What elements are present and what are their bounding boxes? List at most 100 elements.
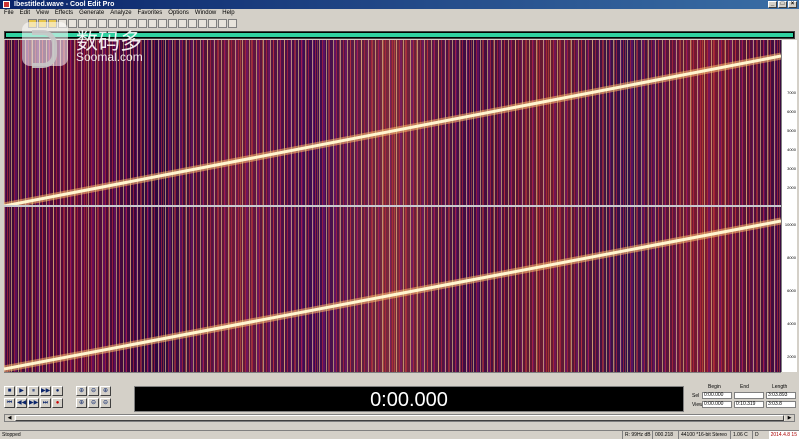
menu-generate[interactable]: Generate: [79, 9, 104, 17]
sweep-trace-right: [4, 217, 781, 372]
sweep-trace-left: [4, 52, 781, 205]
play-to-end-button[interactable]: ▶▶: [40, 386, 51, 396]
toolbar-multitrack-icon[interactable]: [58, 19, 67, 28]
pause-button[interactable]: ⏸: [28, 386, 39, 396]
sel-begin-field[interactable]: 0:00.000: [702, 392, 732, 399]
zoom-to-selection-button[interactable]: ⊕: [76, 398, 87, 408]
toolbar-settings-icon[interactable]: [228, 19, 237, 28]
play-button[interactable]: ▶: [16, 386, 27, 396]
toolbar-paste-icon[interactable]: [88, 19, 97, 28]
loop-button[interactable]: ●: [52, 386, 63, 396]
freq-label: 10000: [784, 222, 796, 227]
close-button[interactable]: ×: [788, 1, 797, 8]
selection-panel: Begin End Length Sel 0:00.000 3:03.893 V…: [690, 384, 796, 412]
header-length: Length: [772, 384, 788, 390]
spectral-view[interactable]: [4, 40, 781, 372]
time-display: 0:00.000: [134, 386, 684, 412]
menu-view[interactable]: View: [36, 9, 49, 17]
status-cursor-level: R: 99Hz dB: [622, 431, 652, 439]
menu-file[interactable]: File: [4, 9, 14, 17]
window-title: Ibestitled.wave - Cool Edit Pro: [14, 1, 115, 8]
zoom-in-horizontal-button[interactable]: ⊕: [76, 386, 87, 396]
overview-bar[interactable]: [4, 31, 795, 39]
go-to-start-button[interactable]: ⏮: [4, 398, 15, 408]
transport-controls: ■ ▶ ⏸ ▶▶ ● ⏮ ◀◀ ▶▶ ⏭ ●: [4, 382, 68, 410]
menu-effects[interactable]: Effects: [55, 9, 73, 17]
header-begin: Begin: [708, 384, 721, 390]
view-end-field[interactable]: 0:10.319: [734, 401, 764, 408]
toolbar-paste-new-icon[interactable]: [98, 19, 107, 28]
app-icon: [3, 1, 10, 8]
record-button[interactable]: ●: [52, 398, 63, 408]
freq-label: 8000: [787, 255, 796, 260]
toolbar-trim-icon[interactable]: [148, 19, 157, 28]
view-begin-field[interactable]: 0:00.000: [702, 401, 732, 408]
toolbar-silence-icon[interactable]: [158, 19, 167, 28]
go-to-end-button[interactable]: ⏭: [40, 398, 51, 408]
menu-help[interactable]: Help: [222, 9, 234, 17]
toolbar-undo-icon[interactable]: [118, 19, 127, 28]
toolbar-snap-icon[interactable]: [198, 19, 207, 28]
channel-right[interactable]: [4, 207, 781, 372]
overview-visible-range[interactable]: [6, 33, 793, 37]
frequency-ruler: 7000 6000 5000 4000 3000 2000 10000 8000…: [781, 40, 797, 372]
fast-forward-button[interactable]: ▶▶: [28, 398, 39, 408]
freq-label: 4000: [787, 147, 796, 152]
sel-length-field[interactable]: 3:03.893: [766, 392, 796, 399]
toolbar-cue-icon[interactable]: [188, 19, 197, 28]
freq-label: 2000: [787, 185, 796, 190]
toolbar-save-icon[interactable]: [38, 19, 47, 28]
freq-label: 4000: [787, 321, 796, 326]
toolbar-new-icon[interactable]: [48, 19, 57, 28]
maximize-button[interactable]: □: [778, 1, 787, 8]
status-cursor-time: 000.218: [652, 431, 678, 439]
freq-label: 3000: [787, 166, 796, 171]
menu-edit[interactable]: Edit: [20, 9, 30, 17]
minimize-button[interactable]: _: [768, 1, 777, 8]
freq-label: 6000: [787, 288, 796, 293]
scroll-thumb[interactable]: [15, 415, 784, 421]
status-bar: Stopped R: 99Hz dB 000.218 44100 *16-bit…: [0, 430, 799, 439]
horizontal-scrollbar[interactable]: ◀ ▶: [4, 414, 795, 422]
sel-end-field[interactable]: [734, 392, 764, 399]
toolbar-copy-icon[interactable]: [78, 19, 87, 28]
toolbar-open-icon[interactable]: [28, 19, 37, 28]
status-disk: D: [752, 431, 762, 439]
rewind-button[interactable]: ◀◀: [16, 398, 27, 408]
window-controls: _ □ ×: [768, 1, 797, 8]
view-length-field[interactable]: 3:03.8: [766, 401, 796, 408]
toolbar-cut-icon[interactable]: [68, 19, 77, 28]
zoom-out-vertical-button[interactable]: ⊖: [100, 398, 111, 408]
zoom-full-button[interactable]: ⊖: [88, 398, 99, 408]
scroll-left-icon[interactable]: ◀: [5, 415, 14, 421]
status-format: 44100 *16-bit Stereo: [678, 431, 730, 439]
toolbar-waveform-icon[interactable]: [168, 19, 177, 28]
title-bar: Ibestitled.wave - Cool Edit Pro _ □ ×: [0, 0, 799, 9]
freq-label: 6000: [787, 109, 796, 114]
sel-row-label: Sel: [692, 393, 700, 399]
menu-window[interactable]: Window: [195, 9, 216, 17]
menu-options[interactable]: Options: [168, 9, 189, 17]
toolbar: [0, 17, 799, 30]
freq-label: 5000: [787, 128, 796, 133]
channel-left[interactable]: [4, 40, 781, 205]
toolbar-frequency-icon[interactable]: [218, 19, 227, 28]
toolbar-info-icon[interactable]: [208, 19, 217, 28]
zoom-out-horizontal-button[interactable]: ⊖: [88, 386, 99, 396]
zoom-controls: ⊕ ⊖ ⊕ ⊕ ⊖ ⊖: [76, 382, 130, 410]
toolbar-redo-icon[interactable]: [128, 19, 137, 28]
status-state: Stopped: [2, 432, 21, 438]
zoom-in-vertical-button[interactable]: ⊕: [100, 386, 111, 396]
toolbar-repeat-icon[interactable]: [138, 19, 147, 28]
toolbar-mix-paste-icon[interactable]: [108, 19, 117, 28]
menu-bar: File Edit View Effects Generate Analyze …: [0, 9, 799, 17]
toolbar-spectral-icon[interactable]: [178, 19, 187, 28]
header-end: End: [740, 384, 749, 390]
status-timestamp: 2014.4.8 15: [768, 431, 799, 439]
status-size: 1.06 C: [730, 431, 752, 439]
time-ruler[interactable]: [4, 372, 781, 380]
scroll-right-icon[interactable]: ▶: [785, 415, 794, 421]
menu-favorites[interactable]: Favorites: [138, 9, 163, 17]
menu-analyze[interactable]: Analyze: [110, 9, 131, 17]
stop-button[interactable]: ■: [4, 386, 15, 396]
